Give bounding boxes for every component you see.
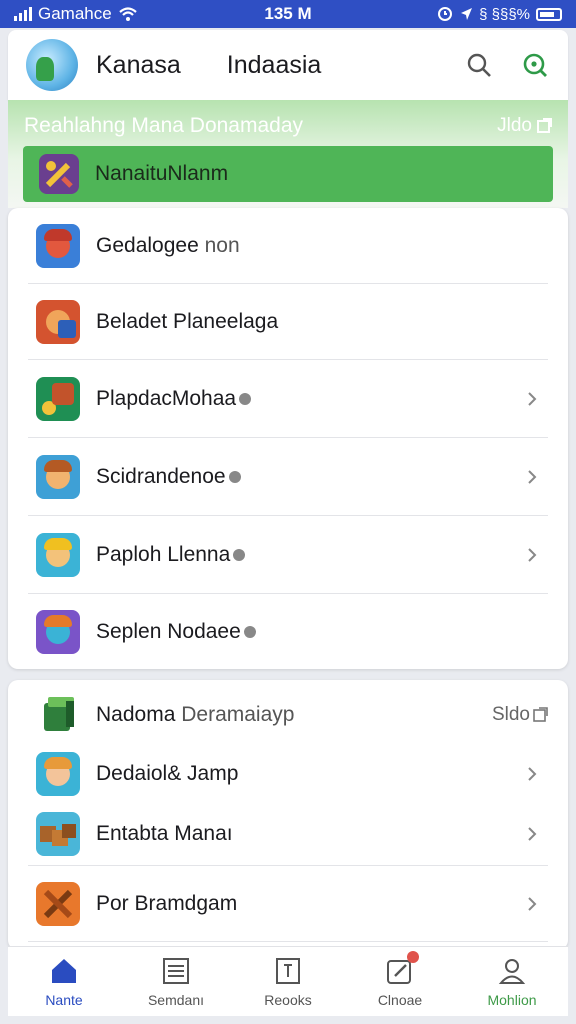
- chevron-right-icon[interactable]: [524, 547, 540, 563]
- list-item[interactable]: PlapdacMohaa: [28, 360, 548, 438]
- info-dot-icon: [228, 471, 241, 484]
- nav-edit[interactable]: Clnoae: [350, 950, 450, 1008]
- nav-label: Mohlion: [487, 991, 537, 1008]
- external-icon: [537, 118, 552, 133]
- search-icon[interactable]: [464, 50, 494, 80]
- section-card: Nadoma Deramaiayp Sldo Dedaiol& Jamp Ent…: [8, 680, 568, 950]
- list-item-label: Paploh Llenna: [96, 543, 231, 566]
- banner-action-bar[interactable]: NanaituNlanm: [23, 146, 553, 202]
- list-item-label: PlapdacMohaa: [96, 387, 237, 410]
- wifi-icon: [118, 7, 137, 21]
- game-icon: [36, 610, 80, 654]
- game-icon: [36, 752, 80, 796]
- list-item[interactable]: Por Bramdgam: [28, 866, 548, 942]
- list-item-label: Seplen Nodaee: [96, 620, 241, 643]
- game-icon: [36, 377, 80, 421]
- list-item[interactable]: Entabta Manaı: [28, 802, 548, 866]
- list-item-label: Dedaiol& Jamp: [96, 762, 239, 785]
- nav-label: Reooks: [264, 991, 312, 1008]
- chevron-right-icon[interactable]: [524, 469, 540, 485]
- notification-badge: [407, 950, 419, 963]
- game-icon: [36, 882, 80, 926]
- signal-icon: [14, 7, 32, 21]
- section-header-label: Nadoma: [96, 703, 176, 726]
- battery-icon: [536, 7, 563, 21]
- list-item-label: Gedalogee: [96, 234, 199, 257]
- external-icon: [533, 707, 548, 722]
- game-icon: [36, 533, 80, 577]
- game-icon: [36, 224, 80, 268]
- app-header: Kanasa Indaasia: [8, 30, 568, 100]
- game-icon: [36, 455, 80, 499]
- game-icon: [36, 812, 80, 856]
- book-icon: [273, 956, 303, 986]
- chevron-right-icon[interactable]: [524, 826, 540, 842]
- zoom-icon[interactable]: [520, 50, 550, 80]
- header-title: Kanasa: [96, 50, 181, 79]
- chevron-right-icon[interactable]: [524, 391, 540, 407]
- game-icon: [36, 300, 80, 344]
- list-item[interactable]: Scidrandenoe: [28, 438, 548, 516]
- list-item-muted: non: [204, 234, 240, 257]
- section-right-label: Sldo: [491, 704, 530, 725]
- list-icon: [161, 956, 191, 986]
- chevron-right-icon[interactable]: [524, 766, 540, 782]
- header-subtitle: Indaasia: [226, 50, 322, 79]
- carrier-label: Gamahce: [38, 4, 112, 23]
- nav-profile[interactable]: Mohlion: [462, 956, 562, 1008]
- list-item[interactable]: Beladet Planeelaga: [28, 284, 548, 360]
- profile-icon: [497, 956, 527, 986]
- nav-home[interactable]: Nante: [14, 956, 114, 1008]
- list-item[interactable]: Seplen Nodaee: [28, 594, 548, 670]
- nav-label: Clnoae: [377, 991, 423, 1008]
- nav-label: Semdanı: [147, 991, 205, 1008]
- list-item[interactable]: Paploh Llenna: [28, 516, 548, 594]
- bottom-nav: Nante Semdanı Reooks Clnoae Mohlion: [8, 946, 568, 1016]
- list-item-label: Por Bramdgam: [96, 892, 238, 915]
- chevron-right-icon[interactable]: [524, 896, 540, 912]
- cube-icon: [36, 693, 80, 737]
- banner-right-label: Jldo: [497, 115, 532, 136]
- list-item-label: Entabta Manaı: [96, 822, 233, 845]
- alarm-icon: [438, 7, 453, 21]
- banner-right[interactable]: Jldo: [497, 115, 552, 137]
- game-list-card: Gedalogee non Beladet Planeelaga Plapdac…: [8, 208, 568, 669]
- banner-bar-label: NanaituNlanm: [95, 162, 229, 185]
- status-indicators: § §§§%: [479, 5, 531, 23]
- info-dot-icon: [233, 549, 246, 562]
- home-icon: [49, 956, 79, 986]
- list-item-label: Scidrandenoe: [96, 465, 226, 488]
- section-header-muted: Deramaiayp: [181, 703, 295, 726]
- status-bar: Gamahce 135 M § §§§%: [0, 0, 576, 28]
- tools-icon: [39, 154, 79, 194]
- section-header[interactable]: Nadoma Deramaiayp Sldo: [28, 684, 548, 746]
- promo-banner: Reahlahng Mana Donamaday Jldo NanaituNla…: [8, 100, 568, 208]
- location-icon: [461, 8, 473, 20]
- nav-list[interactable]: Semdanı: [126, 956, 226, 1008]
- info-dot-icon: [243, 626, 256, 639]
- avatar[interactable]: [26, 39, 78, 91]
- list-item[interactable]: Dedaiol& Jamp: [28, 746, 548, 802]
- nav-label: Nante: [45, 991, 83, 1008]
- banner-heading: Reahlahng Mana Donamaday: [24, 114, 304, 137]
- nav-books[interactable]: Reooks: [238, 956, 338, 1008]
- info-dot-icon: [239, 393, 252, 406]
- list-item[interactable]: Gedalogee non: [28, 208, 548, 284]
- section-header-right[interactable]: Sldo: [492, 704, 548, 726]
- status-time: 135 M: [264, 4, 312, 23]
- list-item-label: Beladet Planeelaga: [96, 310, 279, 333]
- edit-icon: [385, 950, 419, 986]
